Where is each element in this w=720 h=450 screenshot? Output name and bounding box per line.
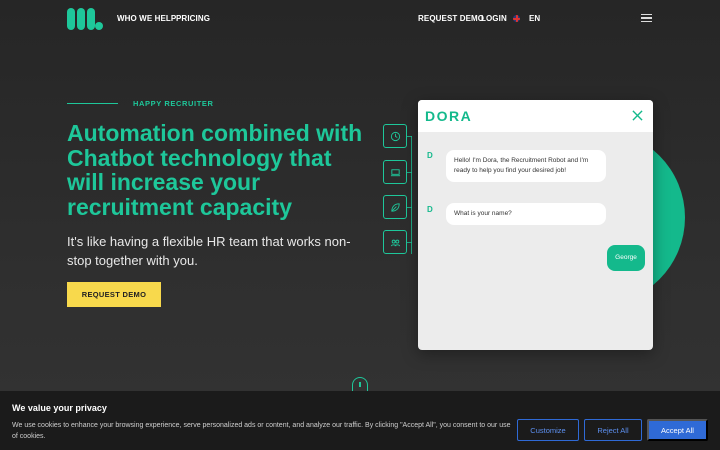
eyebrow-line [67,103,118,104]
clock-icon [383,124,407,148]
hero-eyebrow: HAPPY RECRUITER [133,99,214,108]
people-icon [383,230,407,254]
nav-login[interactable]: LOGIN [481,14,507,23]
close-icon[interactable] [632,110,643,121]
bot-avatar: D [427,205,433,214]
connector-line [407,207,412,208]
connector-line [407,172,412,173]
chat-message-bot: What is your name? [446,203,606,225]
logo-icon[interactable] [67,8,103,30]
reject-all-button[interactable]: Reject All [584,419,642,441]
request-demo-button[interactable]: REQUEST DEMO [67,282,161,307]
nav-pricing[interactable]: PRICING [176,14,210,23]
nav-who-we-help[interactable]: WHO WE HELP [117,14,176,23]
connector-line [411,136,412,254]
connector-line [407,242,412,243]
cookie-title: We value your privacy [12,403,107,413]
hero-title: Automation combined with Chatbot technol… [67,120,363,220]
flag-uk-icon[interactable] [513,15,520,22]
language-selector[interactable]: EN [529,14,540,23]
connector-line [407,136,412,137]
cookie-text: We use cookies to enhance your browsing … [12,422,511,440]
bot-avatar: D [427,151,433,160]
nav-request-demo[interactable]: REQUEST DEMO [418,14,484,23]
chat-widget: DORA D Hello! I'm Dora, the Recruitment … [418,100,653,350]
customize-button[interactable]: Customize [517,419,579,441]
hero-subtitle: It's like having a flexible HR team that… [67,234,351,268]
chat-brand: DORA [425,108,473,124]
laptop-icon [383,160,407,184]
cookie-banner: We value your privacy We use cookies to … [0,391,720,450]
leaf-icon [383,195,407,219]
hamburger-icon[interactable] [641,14,652,22]
chat-message-user: George [607,245,645,271]
accept-all-button[interactable]: Accept All [647,419,708,441]
site-header: WHO WE HELP PRICING REQUEST DEMO LOGIN E… [0,0,720,38]
chat-header: DORA [418,100,653,132]
chat-message-bot: Hello! I'm Dora, the Recruitment Robot a… [446,150,606,182]
